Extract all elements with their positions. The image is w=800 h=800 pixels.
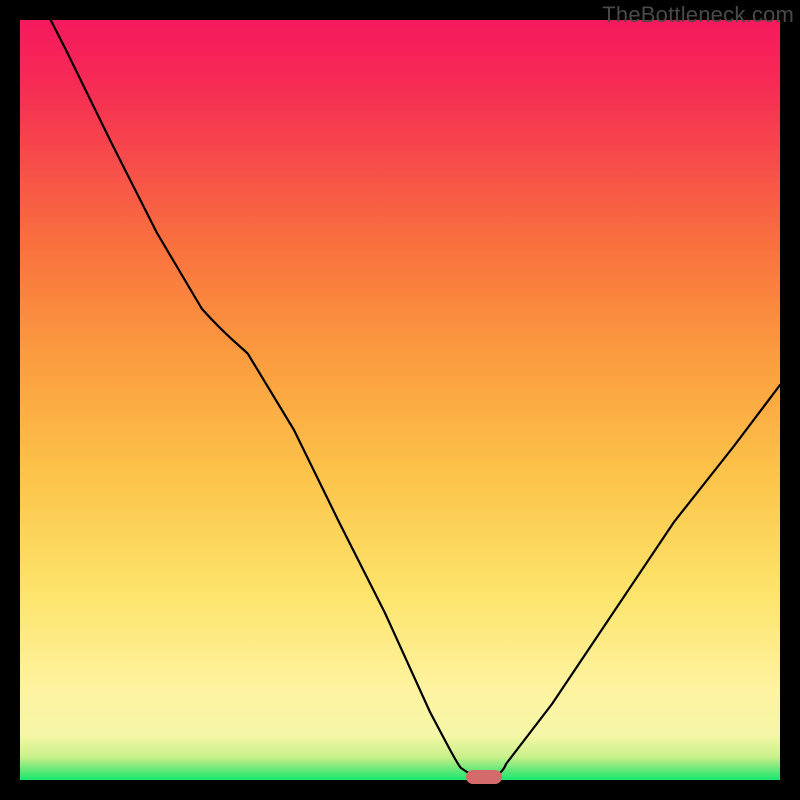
curve-path (20, 0, 780, 778)
optimum-marker (466, 770, 502, 784)
chart-frame: TheBottleneck.com (0, 0, 800, 800)
bottleneck-curve (20, 20, 780, 780)
